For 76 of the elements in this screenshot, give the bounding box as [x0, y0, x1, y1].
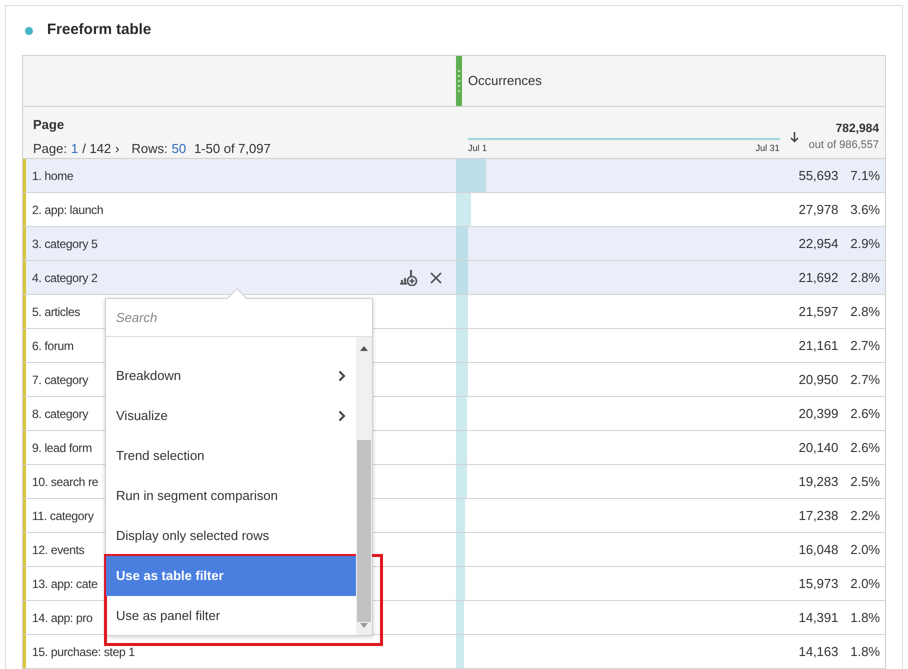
cell-percent: 2.5%	[850, 472, 880, 491]
row-label: 12. events	[32, 542, 84, 558]
row-label: 8. category	[32, 406, 88, 422]
cell-percent: 2.0%	[850, 574, 880, 593]
cell-percent: 3.6%	[850, 200, 880, 219]
row-label: 10. search re	[32, 474, 98, 490]
page-label: Page:	[33, 140, 67, 158]
cell-percent: 2.7%	[850, 370, 880, 389]
scroll-up-icon[interactable]	[360, 345, 368, 351]
row-label: 9. lead form	[32, 440, 92, 456]
row-label: 5. articles	[32, 304, 80, 320]
cell-value: 55,693	[798, 166, 838, 185]
cell-value: 20,399	[798, 404, 838, 423]
next-page-button[interactable]: ›	[115, 138, 120, 158]
cell-value: 14,391	[798, 608, 838, 627]
menu-item[interactable]: Use as table filter	[106, 556, 356, 596]
page-number[interactable]: 1	[70, 138, 78, 158]
axis-label: Jul 31	[756, 142, 780, 155]
cell-value: 27,978	[798, 200, 838, 219]
rows-label: Rows:	[131, 140, 168, 158]
column-total: 782,984	[834, 120, 879, 138]
cell-value: 20,950	[798, 370, 838, 389]
add-chart-icon[interactable]	[400, 270, 418, 286]
close-icon[interactable]	[430, 272, 442, 284]
cell-percent: 1.8%	[850, 642, 880, 661]
cell-percent: 2.6%	[850, 404, 880, 423]
chevron-right-icon	[338, 410, 346, 422]
cell-percent: 2.0%	[850, 540, 880, 559]
column-header[interactable]: Occurrences	[468, 71, 542, 91]
search-field[interactable]: Search	[106, 299, 372, 337]
cell-percent: 2.8%	[850, 268, 880, 287]
cell-value: 22,954	[798, 234, 838, 253]
row-label: 4. category 2	[32, 270, 98, 286]
row-label: 13. app: cate	[32, 576, 98, 592]
row-label: 7. category	[32, 372, 88, 388]
cell-value: 20,140	[798, 438, 838, 457]
cell-percent: 1.8%	[850, 608, 880, 627]
chevron-right-icon	[338, 370, 346, 382]
cell-percent: 7.1%	[850, 166, 880, 185]
cell-value: 17,238	[798, 506, 838, 525]
column-header: Page	[33, 116, 66, 134]
cell-value: 21,161	[798, 336, 838, 355]
row-label: 15. purchase: step 1	[32, 644, 135, 660]
sort-descending-icon[interactable]	[790, 130, 799, 142]
total-denominator: out of 986,557	[808, 138, 879, 154]
rows-per-page[interactable]: 50	[172, 138, 186, 158]
row-range: 1-50 of 7,097	[194, 140, 271, 158]
cell-value: 19,283	[798, 472, 838, 491]
row-label: 1. home	[32, 168, 74, 184]
table-row[interactable]: 2. app: launch 27,978 3.6%	[23, 193, 885, 227]
row-label: 3. category 5	[32, 236, 98, 252]
cell-value: 16,048	[798, 540, 838, 559]
cell-percent: 2.7%	[850, 336, 880, 355]
cell-percent: 2.2%	[850, 506, 880, 525]
row-label: 2. app: launch	[32, 202, 104, 218]
table-row[interactable]: 1. home 55,693 7.1%	[23, 159, 885, 193]
table-row[interactable]: 15. purchase: step 1 14,163 1.8%	[23, 635, 885, 669]
cell-value: 21,692	[798, 268, 838, 287]
drag-handle[interactable]	[456, 56, 462, 106]
cell-percent: 2.6%	[850, 438, 880, 457]
status-dot	[25, 26, 33, 34]
table-row[interactable]: 3. category 5 22,954 2.9%	[23, 227, 885, 261]
cell-value: 15,973	[798, 574, 838, 593]
cell-percent: 2.8%	[850, 302, 880, 321]
cell-value: 14,163	[798, 642, 838, 661]
row-label: 6. forum	[32, 338, 74, 354]
axis-label: Jul 1	[468, 142, 488, 155]
cell-value: 21,597	[798, 302, 838, 321]
panel-title: Freeform table	[47, 20, 152, 40]
row-label: 11. category	[32, 508, 94, 524]
scrollbar-thumb[interactable]	[357, 440, 371, 622]
cell-percent: 2.9%	[850, 234, 880, 253]
row-label: 14. app: pro	[32, 610, 92, 626]
scrollbar[interactable]	[356, 337, 372, 635]
page-total: / 142	[82, 140, 112, 158]
table-row[interactable]: 4. category 2 21,692 2.8%	[23, 261, 885, 295]
